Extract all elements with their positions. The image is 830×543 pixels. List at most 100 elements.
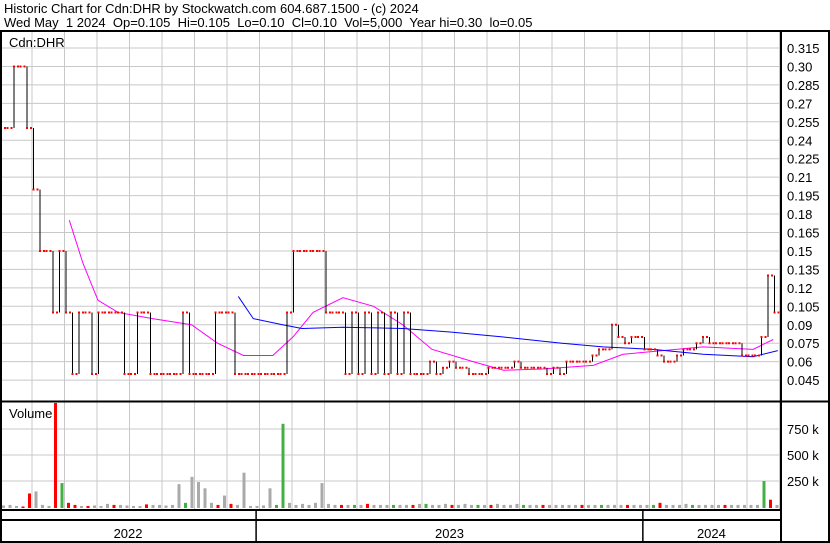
volume-tick-label: 500 k — [787, 448, 819, 463]
volume-bar — [60, 483, 64, 508]
volume-bar — [697, 504, 701, 508]
volume-bar — [307, 504, 311, 508]
volume-bar — [372, 504, 376, 508]
volume-bar — [294, 504, 298, 508]
volume-bar — [580, 504, 584, 508]
volume-bar — [587, 504, 590, 508]
volume-bar — [151, 504, 155, 508]
volume-bar — [34, 491, 38, 508]
volume-bar — [470, 504, 473, 508]
volume-bar — [8, 504, 12, 508]
volume-bar — [535, 504, 538, 508]
volume-bar — [496, 503, 499, 508]
volume-bar — [606, 504, 610, 508]
volume-bar — [210, 502, 213, 508]
volume-bar — [392, 504, 395, 508]
price-tick-label: 0.135 — [787, 262, 820, 277]
volume-bar — [502, 504, 506, 508]
volume-bar — [229, 503, 233, 508]
price-tick-label: 0.27 — [787, 96, 812, 111]
volume-bar — [327, 503, 330, 508]
volume-bar — [574, 504, 577, 508]
volume-bar — [314, 502, 317, 508]
year-label: 2023 — [435, 526, 464, 541]
volume-bar — [249, 505, 252, 508]
price-tick-label: 0.30 — [787, 59, 812, 74]
volume-bar — [411, 504, 415, 508]
volume-bar — [684, 503, 688, 508]
price-tick-label: 0.075 — [787, 336, 820, 351]
volume-bar — [353, 504, 356, 508]
price-tick-label: 0.105 — [787, 299, 820, 314]
volume-bar — [632, 504, 636, 508]
chart-frame — [0, 30, 830, 543]
volume-bar — [567, 504, 571, 508]
volume-bar — [80, 505, 83, 508]
volume-bar — [184, 502, 187, 508]
volume-bar — [86, 505, 90, 508]
volume-tick-label: 750 k — [787, 422, 819, 437]
volume-bar — [73, 504, 77, 508]
volume-bar — [405, 504, 408, 508]
volume-bar — [216, 504, 220, 508]
volume-bar — [652, 504, 655, 508]
price-tick-label: 0.15 — [787, 244, 812, 259]
volume-bar — [769, 499, 772, 508]
volume-bar — [619, 504, 623, 508]
volume-bar — [67, 502, 70, 508]
volume-bar — [743, 504, 746, 508]
volume-bar — [639, 504, 642, 508]
volume-bar — [54, 403, 57, 508]
volume-bar — [320, 483, 324, 508]
volume-bar — [613, 504, 616, 508]
volume-bar — [691, 504, 694, 508]
volume-bar — [665, 504, 668, 508]
volume-label: Volume — [9, 406, 52, 421]
year-label: 2024 — [697, 526, 726, 541]
volume-bar — [483, 504, 486, 508]
volume-bar — [749, 504, 753, 508]
volume-bar — [132, 505, 135, 508]
volume-bar — [171, 504, 174, 508]
volume-bar — [145, 504, 148, 508]
price-tick-label: 0.255 — [787, 115, 820, 130]
volume-bar — [379, 504, 382, 508]
year-label: 2022 — [114, 526, 143, 541]
volume-bar — [125, 505, 129, 508]
volume-bar — [398, 504, 402, 508]
price-tick-label: 0.21 — [787, 170, 812, 185]
volume-bar — [301, 503, 304, 508]
volume-bar — [528, 504, 532, 508]
volume-bar — [385, 504, 389, 508]
volume-bar — [93, 505, 96, 508]
price-tick-label: 0.045 — [787, 373, 820, 388]
volume-bar — [242, 472, 246, 508]
volume-bar — [489, 504, 493, 508]
volume-bar — [164, 505, 168, 508]
volume-bar — [346, 504, 350, 508]
volume-bar — [476, 504, 480, 508]
volume-bar — [541, 504, 545, 508]
volume-bar — [437, 504, 441, 508]
volume-bar — [275, 504, 278, 508]
volume-bar — [158, 504, 161, 508]
volume-tick-label: 250 k — [787, 474, 819, 489]
volume-bar — [723, 504, 727, 508]
volume-bar — [704, 504, 707, 508]
volume-bar — [645, 504, 649, 508]
volume-bar — [15, 505, 18, 508]
volume-bar — [236, 504, 239, 508]
volume-bar — [262, 505, 265, 508]
volume-bar — [255, 505, 259, 508]
gridlines — [0, 32, 781, 509]
volume-bar — [41, 504, 44, 508]
price-tick-label: 0.06 — [787, 355, 812, 370]
volume-bar — [756, 504, 759, 508]
volume-bar — [281, 423, 285, 508]
volume-bar — [112, 504, 116, 508]
volume-bar — [2, 505, 5, 508]
volume-bar — [203, 488, 207, 508]
volume-bar — [99, 505, 103, 508]
volume-bar — [554, 504, 558, 508]
volume-bar — [463, 503, 467, 508]
